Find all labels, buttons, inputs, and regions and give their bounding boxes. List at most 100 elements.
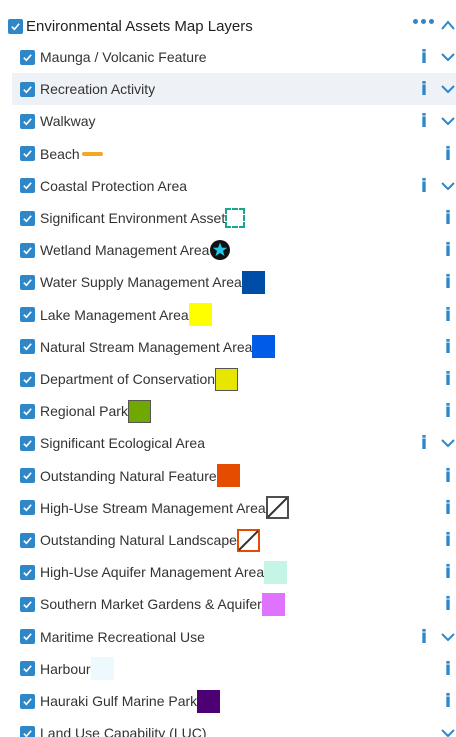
info-icon[interactable]: i	[444, 273, 452, 292]
info-icon[interactable]: i	[444, 337, 452, 356]
layer-label: Department of Conservation	[40, 371, 216, 387]
layer-row[interactable]: Natural Stream Management Area i	[12, 331, 456, 363]
info-icon[interactable]: i	[420, 627, 428, 646]
checkmark-icon[interactable]	[20, 371, 35, 387]
layer-row[interactable]: Coastal Protection Area i	[12, 170, 456, 202]
checkmark-icon[interactable]	[20, 435, 35, 451]
checkmark-icon[interactable]	[20, 564, 35, 580]
checkmark-icon[interactable]	[20, 113, 35, 129]
layer-row[interactable]: Walkway i	[12, 105, 456, 137]
checkmark-icon[interactable]	[20, 629, 35, 645]
more-dots-icon[interactable]	[413, 19, 434, 24]
layer-row[interactable]: Hauraki Gulf Marine Park i	[12, 685, 456, 717]
checkmark-icon[interactable]	[20, 403, 35, 419]
layer-label: Beach	[40, 145, 80, 162]
chevron-down-icon[interactable]	[440, 727, 456, 737]
chevron-down-icon[interactable]	[440, 631, 456, 643]
checkmark-icon[interactable]	[20, 532, 35, 548]
layer-row[interactable]: Recreation Activity i	[12, 73, 456, 106]
info-icon[interactable]: i	[444, 402, 452, 421]
checkmark-icon[interactable]	[20, 500, 35, 516]
legend-symbol	[127, 399, 151, 423]
checkmark-icon[interactable]	[20, 307, 35, 323]
layer-label: Outstanding Natural Feature	[40, 467, 217, 484]
layer-row[interactable]: Beach i	[12, 138, 456, 170]
layer-row[interactable]: Significant Ecological Area i	[12, 427, 456, 459]
chevron-down-icon[interactable]	[440, 83, 456, 95]
checkmark-icon[interactable]	[20, 81, 35, 97]
layer-label: Water Supply Management Area	[40, 274, 242, 291]
chevron-up-icon[interactable]	[440, 18, 456, 32]
legend-symbol	[188, 303, 212, 327]
checkmark-icon[interactable]	[20, 339, 35, 355]
checkmark-icon[interactable]	[20, 210, 35, 226]
layer-label: Maritime Recreational Use	[40, 628, 205, 645]
legend-symbol	[261, 592, 285, 616]
info-icon[interactable]: i	[420, 434, 428, 453]
checkmark-icon[interactable]	[20, 725, 35, 737]
checkmark-icon[interactable]	[20, 596, 35, 612]
info-icon[interactable]: i	[420, 48, 428, 67]
checkmark-icon[interactable]	[20, 178, 35, 194]
layer-label: Wetland Management Area	[40, 242, 210, 259]
layer-label: Walkway	[40, 113, 96, 130]
info-icon[interactable]: i	[444, 659, 452, 678]
layer-label: Maunga / Volcanic Feature	[40, 49, 207, 65]
layer-row[interactable]: Outstanding Natural Feature i	[12, 460, 456, 492]
layer-label: Hauraki Gulf Marine Park	[40, 693, 198, 709]
layer-row[interactable]: Land Use Capability (LUC)	[12, 717, 456, 737]
layer-label: Southern Market Gardens & Aquifer	[40, 596, 262, 613]
chevron-down-icon[interactable]	[440, 437, 456, 449]
checkmark-icon[interactable]	[20, 468, 35, 484]
info-icon[interactable]: i	[444, 209, 452, 228]
layer-row[interactable]: Southern Market Gardens & Aquifer i	[12, 588, 456, 620]
panel-header: Environmental Assets Map Layers	[8, 12, 456, 40]
layer-label: Natural Stream Management Area	[40, 338, 253, 355]
legend-symbol	[265, 496, 289, 520]
layer-row[interactable]: Wetland Management Area i	[12, 234, 456, 266]
layer-label: Land Use Capability (LUC)	[40, 725, 207, 737]
chevron-down-icon[interactable]	[440, 51, 456, 63]
checkmark-icon[interactable]	[20, 49, 35, 65]
layer-row[interactable]: Regional Park i	[12, 395, 456, 427]
info-icon[interactable]: i	[444, 144, 452, 163]
layer-row[interactable]: High-Use Stream Management Area i	[12, 492, 456, 524]
checkmark-icon[interactable]	[20, 693, 35, 709]
info-icon[interactable]: i	[444, 305, 452, 324]
info-icon[interactable]: i	[420, 176, 428, 195]
info-icon[interactable]: i	[444, 595, 452, 614]
chevron-down-icon[interactable]	[440, 180, 456, 192]
info-icon[interactable]: i	[444, 241, 452, 260]
layer-row[interactable]: Maritime Recreational Use i	[12, 621, 456, 653]
layer-row[interactable]: Department of Conservation i	[12, 363, 456, 395]
layer-label: Recreation Activity	[40, 81, 156, 98]
legend-symbol	[209, 239, 231, 261]
layer-label: Outstanding Natural Landscape	[40, 532, 237, 548]
info-icon[interactable]: i	[444, 498, 452, 517]
layers-panel: Environmental Assets Map Layers Maunga /…	[0, 0, 456, 737]
layer-row[interactable]: Outstanding Natural Landscape i	[12, 524, 456, 556]
checkmark-icon[interactable]	[8, 18, 23, 34]
info-icon[interactable]: i	[444, 531, 452, 550]
info-icon[interactable]: i	[420, 80, 428, 99]
layer-row[interactable]: High-Use Aquifer Management Area i	[12, 556, 456, 588]
layer-row[interactable]: Significant Environment Asset i	[12, 202, 456, 234]
checkmark-icon[interactable]	[20, 661, 35, 677]
info-icon[interactable]: i	[444, 370, 452, 389]
legend-symbol	[215, 367, 239, 391]
layer-row[interactable]: Harbour i	[12, 653, 456, 685]
legend-symbol	[81, 151, 103, 156]
legend-symbol	[90, 657, 114, 681]
chevron-down-icon[interactable]	[440, 115, 456, 127]
legend-symbol	[216, 464, 240, 488]
layer-row[interactable]: Lake Management Area i	[12, 299, 456, 331]
checkmark-icon[interactable]	[20, 146, 35, 162]
info-icon[interactable]: i	[444, 692, 452, 711]
info-icon[interactable]: i	[444, 563, 452, 582]
checkmark-icon[interactable]	[20, 242, 35, 258]
layer-row[interactable]: Maunga / Volcanic Feature i	[12, 41, 456, 73]
layer-row[interactable]: Water Supply Management Area i	[12, 266, 456, 298]
info-icon[interactable]: i	[420, 112, 428, 131]
info-icon[interactable]: i	[444, 466, 452, 485]
checkmark-icon[interactable]	[20, 274, 35, 290]
